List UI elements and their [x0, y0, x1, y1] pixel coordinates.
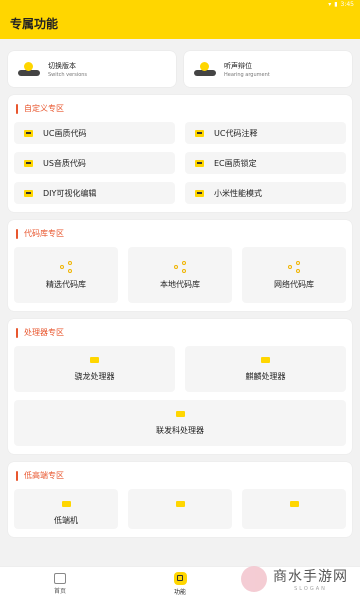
- code-icon: [195, 189, 204, 197]
- processor-section: 处理器专区 骁龙处理器 麒麟处理器 联发科处理器: [8, 319, 352, 454]
- mediatek-button[interactable]: 联发科处理器: [14, 400, 346, 446]
- custom-section: 自定义专区 UC画质代码 UC代码注释 US音质代码 EC画质锁定 DIY可视化…: [8, 95, 352, 212]
- hearing-title: 听声辩位: [224, 61, 252, 70]
- us-sound-code-button[interactable]: US音质代码: [14, 152, 175, 174]
- main-content[interactable]: 切换版本 Switch versions 听声辩位 Hearing argume…: [0, 39, 360, 566]
- chip-icon: [261, 356, 270, 363]
- switch-version-subtitle: Switch versions: [48, 71, 88, 78]
- low-end-button[interactable]: 低端机: [14, 489, 118, 529]
- code-icon: [24, 189, 33, 197]
- top-cards: 切换版本 Switch versions 听声辩位 Hearing argume…: [8, 51, 352, 87]
- section-title: 自定义专区: [14, 103, 346, 114]
- uc-quality-code-button[interactable]: UC画质代码: [14, 122, 175, 144]
- code-library-section: 代码库专区 精选代码库 本地代码库 网络代码库: [8, 220, 352, 311]
- chip-icon: [61, 501, 71, 507]
- hearing-subtitle: Hearing argument: [224, 71, 270, 78]
- code-icon: [195, 159, 204, 167]
- code-icon: [24, 159, 33, 167]
- kirin-button[interactable]: 麒麟处理器: [185, 346, 346, 392]
- function-icon: [173, 571, 187, 585]
- chip-icon: [90, 356, 99, 363]
- uc-code-notes-button[interactable]: UC代码注释: [185, 122, 346, 144]
- local-library-button[interactable]: 本地代码库: [128, 247, 232, 303]
- wifi-icon: ▾: [328, 0, 332, 8]
- share-icon: [288, 260, 300, 273]
- status-time: 3:45: [340, 0, 354, 8]
- status-bar: ▾ ▮ 3:45: [0, 0, 360, 8]
- diy-visual-edit-button[interactable]: DIY可视化编辑: [14, 182, 175, 204]
- low-high-section: 低高端专区 低端机: [8, 462, 352, 537]
- network-library-button[interactable]: 网络代码库: [242, 247, 346, 303]
- chip-icon: [289, 501, 299, 507]
- section-title: 处理器专区: [14, 327, 346, 338]
- chip-icon: [175, 410, 185, 417]
- featured-library-button[interactable]: 精选代码库: [14, 247, 118, 303]
- xiaomi-performance-button[interactable]: 小米性能模式: [185, 182, 346, 204]
- watermark-slogan: SLOGAN: [294, 586, 327, 592]
- code-icon: [24, 129, 33, 137]
- share-icon: [60, 260, 72, 273]
- switch-version-card[interactable]: 切换版本 Switch versions: [8, 51, 176, 87]
- section-title: 低高端专区: [14, 470, 346, 481]
- chip-icon: [175, 501, 185, 507]
- hearing-card[interactable]: 听声辩位 Hearing argument: [184, 51, 352, 87]
- battery-icon: ▮: [334, 0, 338, 8]
- app-bar: 专属功能: [0, 8, 360, 39]
- watermark-name: 商水手游网: [273, 569, 348, 585]
- section-title: 代码库专区: [14, 228, 346, 239]
- ec-quality-lock-button[interactable]: EC画质锁定: [185, 152, 346, 174]
- watermark: 商水手游网 SLOGAN: [241, 566, 348, 592]
- share-icon: [174, 260, 186, 273]
- nav-home[interactable]: 首页: [0, 567, 120, 600]
- hearing-icon: [194, 60, 216, 78]
- snapdragon-button[interactable]: 骁龙处理器: [14, 346, 175, 392]
- switch-icon: [18, 60, 40, 78]
- code-icon: [195, 129, 204, 137]
- high-end-button[interactable]: [242, 489, 346, 529]
- switch-version-title: 切换版本: [48, 61, 76, 70]
- watermark-logo-icon: [241, 566, 267, 592]
- nav-function[interactable]: 功能: [120, 567, 240, 600]
- home-icon: [54, 572, 66, 584]
- mid-end-button[interactable]: [128, 489, 232, 529]
- page-title: 专属功能: [10, 17, 59, 31]
